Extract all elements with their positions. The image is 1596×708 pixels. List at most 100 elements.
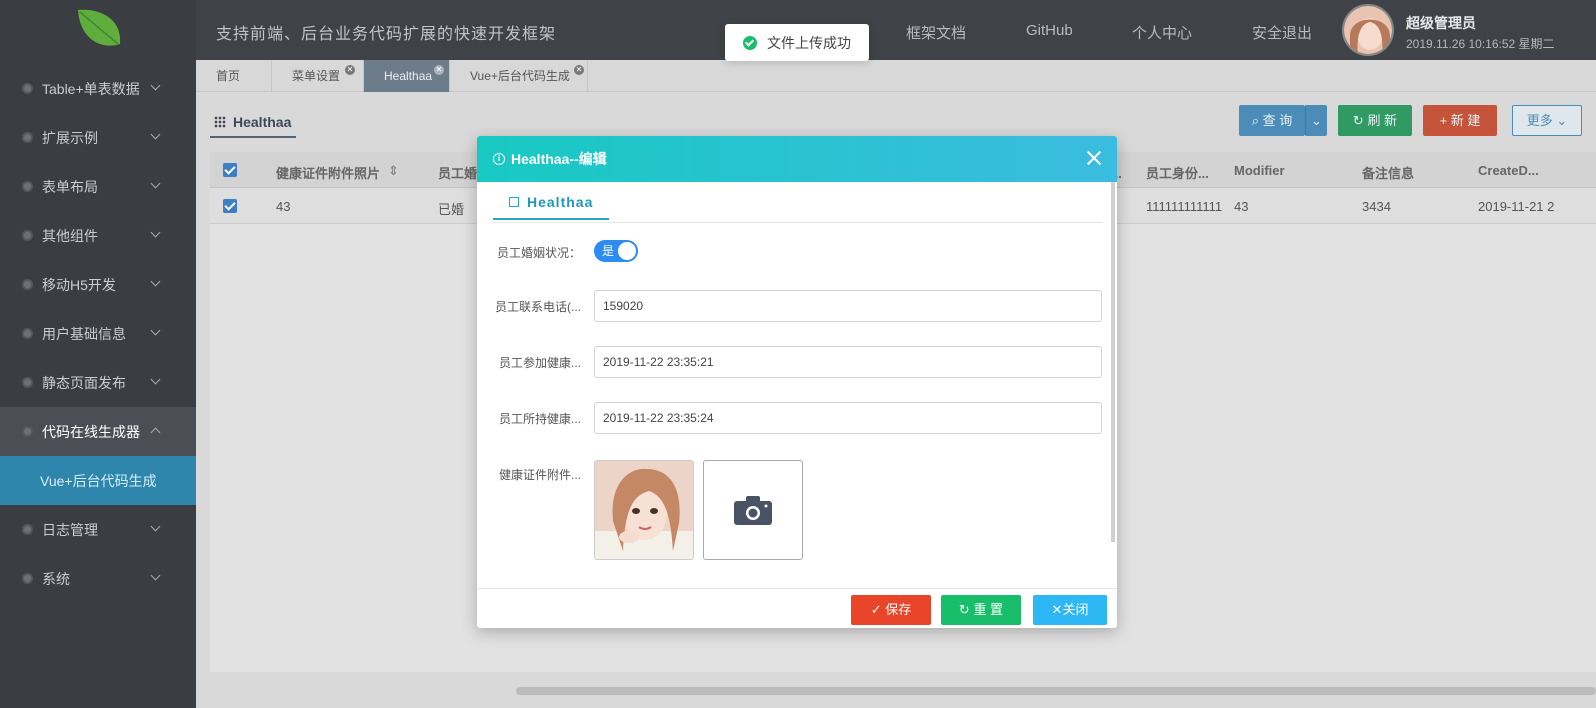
nav-label: 静态页面发布 <box>42 374 126 391</box>
menu-dot-icon <box>22 524 33 535</box>
join-health-datetime-input[interactable]: 2019-11-22 23:35:21 <box>594 346 1102 378</box>
tab-label: Healthaa <box>384 69 433 83</box>
nav-item-code-generator[interactable]: 代码在线生成器 <box>0 407 196 456</box>
page-title-text: Healthaa <box>233 114 292 130</box>
column-header[interactable]: 健康证件附件照片 <box>276 163 380 182</box>
chevron-down-icon: ⌄ <box>1552 113 1568 128</box>
menu-dot-icon <box>22 83 33 94</box>
menu-dot-icon <box>22 181 33 192</box>
save-button[interactable]: ✓ 保存 <box>851 595 931 625</box>
header-link-profile[interactable]: 个人中心 <box>1132 22 1192 43</box>
page-title: Healthaa <box>214 114 291 130</box>
chevron-down-icon <box>150 570 161 581</box>
nav-item-log-management[interactable]: 日志管理 <box>0 505 196 554</box>
nav-label: 扩展示例 <box>42 129 98 146</box>
more-button[interactable]: 更多 ⌄ <box>1512 105 1582 136</box>
header-link-logout[interactable]: 安全退出 <box>1252 22 1312 43</box>
menu-dot-icon <box>22 573 33 584</box>
table-cell: 43 <box>1234 199 1249 214</box>
nav-label: 系统 <box>42 570 70 587</box>
row-checkbox[interactable] <box>223 199 237 213</box>
hold-health-label: 员工所持健康... <box>498 412 581 426</box>
header-link-docs[interactable]: 框架文档 <box>906 22 966 43</box>
modal-footer: ✓ 保存 ↻ 重 置 ✕关闭 <box>477 588 1117 628</box>
marriage-switch[interactable]: 是 <box>594 240 638 262</box>
phone-input[interactable]: 159020 <box>594 290 1102 322</box>
nav-item-extensions[interactable]: 扩展示例 <box>0 113 196 162</box>
reset-button[interactable]: ↻ 重 置 <box>941 595 1021 625</box>
nav-item-form-layout[interactable]: 表单布局 <box>0 162 196 211</box>
nav-item-other-components[interactable]: 其他组件 <box>0 211 196 260</box>
chevron-down-icon <box>150 325 161 336</box>
horizontal-scrollbar[interactable] <box>516 687 1596 695</box>
plus-icon: + <box>1439 113 1451 128</box>
chevron-down-icon <box>150 80 161 91</box>
search-dropdown-button[interactable]: ⌄ <box>1305 105 1327 136</box>
check-icon: ✓ <box>870 602 886 617</box>
phone-label: 员工联系电话(... <box>495 300 581 314</box>
table-cell: 3434 <box>1362 199 1391 214</box>
new-button-label: 新 建 <box>1450 113 1481 128</box>
chevron-down-icon <box>150 521 161 532</box>
hold-health-datetime-input[interactable]: 2019-11-22 23:35:24 <box>594 402 1102 434</box>
tab-menu-settings[interactable]: 菜单设置 ✕ <box>272 60 364 92</box>
nav-label: 移动H5开发 <box>42 276 116 293</box>
column-header[interactable]: CreateD... <box>1478 163 1539 178</box>
table-cell: 已婚 <box>438 202 465 217</box>
nav-item-static-publish[interactable]: 静态页面发布 <box>0 358 196 407</box>
more-button-label: 更多 <box>1526 113 1553 128</box>
header-datetime: 2019.11.26 10:16:52 星期二 <box>1406 37 1555 51</box>
nav-item-user-info[interactable]: 用户基础信息 <box>0 309 196 358</box>
modal-tab-label: Healthaa <box>527 194 594 210</box>
new-button[interactable]: + 新 建 <box>1423 105 1497 136</box>
search-button[interactable]: ⌕ 查 询 <box>1239 105 1305 136</box>
chevron-down-icon <box>150 178 161 189</box>
tab-vue-codegen[interactable]: Vue+后台代码生成 ✕ <box>450 60 588 92</box>
close-icon[interactable]: ✕ <box>434 65 444 75</box>
chevron-down-icon <box>150 374 161 385</box>
nav-item-table[interactable]: Table+单表数据 <box>0 64 196 113</box>
refresh-icon: ↻ <box>1352 113 1368 128</box>
close-button-label: 关闭 <box>1062 602 1089 617</box>
avatar[interactable] <box>1342 4 1394 56</box>
nav-label: 日志管理 <box>42 521 98 538</box>
refresh-icon: ↻ <box>958 602 974 617</box>
nav-item-mobile-h5[interactable]: 移动H5开发 <box>0 260 196 309</box>
modal-tab-healthaa[interactable]: Healthaa <box>493 194 609 220</box>
grid-icon <box>214 116 226 128</box>
sort-icon[interactable]: ⇕ <box>388 163 399 179</box>
uploaded-photo-thumbnail[interactable] <box>594 460 694 560</box>
tab-home[interactable]: 首页 <box>196 60 272 92</box>
tab-label: Vue+后台代码生成 <box>470 69 570 83</box>
menu-dot-icon <box>22 328 33 339</box>
header-link-github[interactable]: GitHub <box>1026 22 1073 39</box>
sidebar: Table+单表数据 扩展示例 表单布局 其他组件 移动H5开发 用户基础信息 … <box>0 0 196 708</box>
tab-bar: 首页 菜单设置 ✕ Healthaa ✕ Vue+后台代码生成 ✕ <box>196 60 1596 92</box>
table-cell: 111111111111 <box>1146 199 1223 214</box>
close-icon[interactable]: ✕ <box>574 65 584 75</box>
leaf-logo-icon <box>78 9 121 46</box>
upload-photo-button[interactable] <box>703 460 803 560</box>
photo-image-icon <box>595 461 693 559</box>
x-icon: ✕ <box>1051 602 1063 617</box>
column-header[interactable]: Modifier <box>1234 163 1285 178</box>
chevron-down-icon: ⌄ <box>1311 113 1322 128</box>
refresh-button[interactable]: ↻ 刷 新 <box>1338 105 1412 136</box>
close-icon[interactable] <box>1085 149 1103 167</box>
select-all-checkbox[interactable] <box>223 163 237 177</box>
column-header[interactable]: 员工婚 <box>438 163 477 182</box>
nav-item-system[interactable]: 系统 <box>0 554 196 603</box>
column-header[interactable]: 备注信息 <box>1362 163 1414 182</box>
column-header[interactable]: 员工身份... <box>1146 163 1209 182</box>
top-header: 支持前端、后台业务代码扩展的快速开发框架 框架文档 GitHub 个人中心 安全… <box>196 0 1596 60</box>
success-toast: 文件上传成功 <box>725 24 869 61</box>
divider <box>493 222 1103 223</box>
tab-healthaa[interactable]: Healthaa ✕ <box>364 60 450 92</box>
edit-modal: i Healthaa--编辑 Healthaa 员工婚姻状况： 是 员工联系电话… <box>477 136 1117 628</box>
close-icon[interactable]: ✕ <box>345 65 355 75</box>
nav-sub-vue-codegen[interactable]: Vue+后台代码生成 <box>0 456 196 505</box>
menu-dot-icon <box>22 377 33 388</box>
modal-scrollbar[interactable] <box>1111 182 1115 542</box>
close-button[interactable]: ✕关闭 <box>1033 595 1107 625</box>
user-name: 超级管理员 <box>1406 15 1476 31</box>
